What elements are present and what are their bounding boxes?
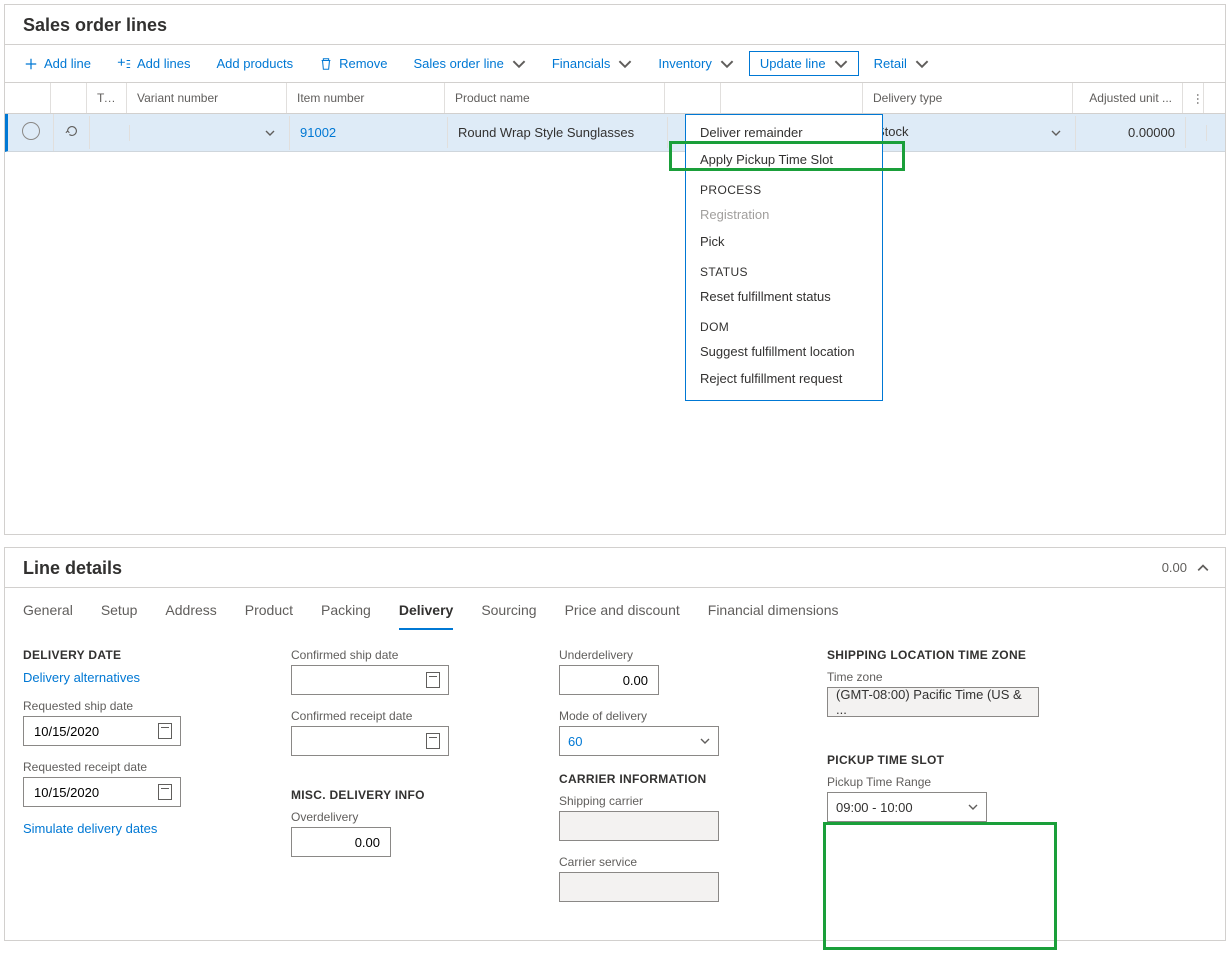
confirmed-receipt-date-input[interactable] (291, 726, 449, 756)
table-row[interactable]: 91002 Round Wrap Style Sunglasses Stock … (5, 114, 1225, 152)
carrier-service-label: Carrier service (559, 855, 779, 869)
mode-of-delivery-label: Mode of delivery (559, 709, 779, 723)
grid-header-row: Ty... Variant number Item number Product… (5, 83, 1225, 114)
tab-general[interactable]: General (23, 602, 73, 630)
chevron-down-icon (720, 57, 734, 71)
shipping-location-time-zone-section: SHIPPING LOCATION TIME ZONE (827, 648, 1047, 662)
pickup-time-range-select[interactable]: 09:00 - 10:00 (827, 792, 987, 822)
col-variant[interactable]: Variant number (127, 83, 287, 113)
shipping-carrier-label: Shipping carrier (559, 794, 779, 808)
confirmed-receipt-date-label: Confirmed receipt date (291, 709, 511, 723)
tab-address[interactable]: Address (165, 602, 216, 630)
plus-icon (24, 57, 38, 71)
menu-pick[interactable]: Pick (686, 228, 882, 255)
product-name-cell: Round Wrap Style Sunglasses (448, 117, 668, 148)
delivery-type-dropdown-icon[interactable] (1047, 124, 1065, 142)
item-number-cell[interactable]: 91002 (290, 117, 448, 148)
chevron-down-icon (834, 57, 848, 71)
add-line-button[interactable]: Add line (13, 51, 102, 76)
confirmed-ship-date-input[interactable] (291, 665, 449, 695)
menu-suggest-fulfillment-location[interactable]: Suggest fulfillment location (686, 338, 882, 365)
underdelivery-label: Underdelivery (559, 648, 779, 662)
line-details-title: Line details (5, 548, 140, 587)
tab-financial-dimensions[interactable]: Financial dimensions (708, 602, 839, 630)
tab-product[interactable]: Product (245, 602, 293, 630)
mode-of-delivery-select[interactable]: 60 (559, 726, 719, 756)
add-lines-button[interactable]: Add lines (106, 51, 201, 76)
sales-order-line-dropdown[interactable]: Sales order line (403, 51, 537, 76)
refresh-icon[interactable] (54, 116, 90, 149)
overdelivery-input[interactable] (291, 827, 391, 857)
col-delivery-type[interactable]: Delivery type (863, 83, 1073, 113)
shipping-carrier-input (559, 811, 719, 841)
chevron-down-icon (915, 57, 929, 71)
time-zone-select: (GMT-08:00) Pacific Time (US & ... (827, 687, 1039, 717)
chevron-up-icon[interactable] (1197, 562, 1209, 574)
retail-dropdown[interactable]: Retail (863, 51, 940, 76)
remove-button[interactable]: Remove (308, 51, 398, 76)
requested-receipt-date-input[interactable] (23, 777, 181, 807)
delivery-alternatives-link[interactable]: Delivery alternatives (23, 670, 243, 685)
tab-delivery[interactable]: Delivery (399, 602, 453, 630)
sales-order-lines-toolbar: Add line Add lines Add products Remove S… (5, 45, 1225, 83)
menu-registration: Registration (686, 201, 882, 228)
calendar-icon[interactable] (158, 784, 173, 800)
menu-section-process: PROCESS (686, 173, 882, 201)
col-adjusted[interactable]: Adjusted unit ... (1073, 83, 1183, 113)
requested-ship-date-input[interactable] (23, 716, 181, 746)
plus-lines-icon (117, 57, 131, 71)
menu-section-status: STATUS (686, 255, 882, 283)
sales-order-lines-title: Sales order lines (5, 5, 1225, 44)
time-zone-label: Time zone (827, 670, 1047, 684)
chevron-down-icon (618, 57, 632, 71)
col-more-icon[interactable]: ⋯ (1183, 83, 1204, 113)
highlight-pickup-time-slot (823, 822, 1057, 950)
update-line-dropdown[interactable]: Update line (749, 51, 859, 76)
tab-packing[interactable]: Packing (321, 602, 371, 630)
misc-delivery-info-section: MISC. DELIVERY INFO (291, 788, 511, 802)
underdelivery-input[interactable] (559, 665, 659, 695)
menu-reset-fulfillment-status[interactable]: Reset fulfillment status (686, 283, 882, 310)
carrier-information-section: CARRIER INFORMATION (559, 772, 779, 786)
col-item[interactable]: Item number (287, 83, 445, 113)
overdelivery-label: Overdelivery (291, 810, 511, 824)
variant-dropdown-icon[interactable] (261, 124, 279, 142)
tab-sourcing[interactable]: Sourcing (481, 602, 536, 630)
tab-price-discount[interactable]: Price and discount (565, 602, 680, 630)
requested-receipt-date-label: Requested receipt date (23, 760, 243, 774)
line-details-tabs: General Setup Address Product Packing De… (5, 588, 1225, 630)
trash-icon (319, 57, 333, 71)
financials-dropdown[interactable]: Financials (541, 51, 644, 76)
col-type[interactable]: Ty... (87, 83, 127, 113)
pickup-time-range-label: Pickup Time Range (827, 775, 1047, 789)
confirmed-ship-date-label: Confirmed ship date (291, 648, 511, 662)
menu-reject-fulfillment-request[interactable]: Reject fulfillment request (686, 365, 882, 392)
calendar-icon[interactable] (426, 733, 441, 749)
calendar-icon[interactable] (426, 672, 441, 688)
carrier-service-input (559, 872, 719, 902)
menu-apply-pickup-time-slot[interactable]: Apply Pickup Time Slot (686, 146, 882, 173)
pickup-time-slot-section: PICKUP TIME SLOT (827, 753, 1047, 767)
menu-section-dom: DOM (686, 310, 882, 338)
row-select-checkbox[interactable] (22, 122, 40, 140)
adjusted-unit-cell: 0.00000 (1076, 117, 1186, 148)
update-line-menu: Deliver remainder Apply Pickup Time Slot… (685, 114, 883, 401)
add-products-button[interactable]: Add products (205, 51, 304, 76)
requested-ship-date-label: Requested ship date (23, 699, 243, 713)
chevron-down-icon (512, 57, 526, 71)
chevron-down-icon (700, 736, 710, 746)
line-details-amount: 0.00 (1162, 560, 1187, 575)
calendar-icon[interactable] (158, 723, 173, 739)
tab-setup[interactable]: Setup (101, 602, 138, 630)
menu-deliver-remainder[interactable]: Deliver remainder (686, 119, 882, 146)
inventory-dropdown[interactable]: Inventory (647, 51, 744, 76)
delivery-date-section: DELIVERY DATE (23, 648, 243, 662)
chevron-down-icon (968, 802, 978, 812)
col-product[interactable]: Product name (445, 83, 665, 113)
simulate-delivery-dates-link[interactable]: Simulate delivery dates (23, 821, 243, 836)
